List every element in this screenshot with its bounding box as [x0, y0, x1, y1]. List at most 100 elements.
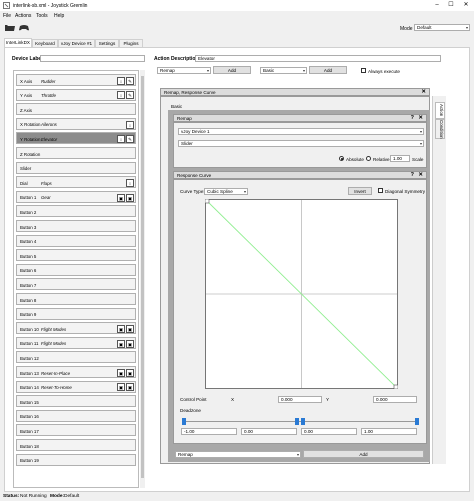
- button-icon[interactable]: ▣: [126, 324, 134, 333]
- axis-icon[interactable]: ↕: [126, 120, 134, 129]
- menu-help[interactable]: Help: [54, 13, 64, 19]
- control-point-y-input[interactable]: 0.000: [373, 396, 417, 403]
- device-input-item[interactable]: Slider: [16, 161, 136, 174]
- device-input-item[interactable]: Button 1 Gear ▣ ▣: [16, 190, 136, 203]
- device-input-item[interactable]: Button 3: [16, 220, 136, 232]
- button-icon[interactable]: ▣: [126, 368, 134, 377]
- tab-interlinkdx[interactable]: InterLinkDX: [4, 38, 32, 47]
- scrollbar-thumb[interactable]: [141, 76, 144, 478]
- axis-icon[interactable]: ↕: [117, 91, 125, 100]
- device-list-scrollbar[interactable]: [140, 70, 145, 488]
- device-input-item[interactable]: Button 14 Reset-To-Home ▣ ▣: [16, 380, 136, 393]
- device-input-item[interactable]: Button 5: [16, 249, 136, 262]
- close-icon[interactable]: ✕: [421, 89, 426, 96]
- device-label-input[interactable]: [40, 55, 145, 62]
- side-tab-action[interactable]: Action: [435, 102, 445, 119]
- help-icon[interactable]: ?: [411, 115, 414, 122]
- menu-file[interactable]: File: [3, 13, 11, 19]
- curve-control-point-start[interactable]: [205, 199, 210, 204]
- menu-tools[interactable]: Tools: [36, 13, 48, 19]
- edit-icon[interactable]: ✎: [126, 76, 134, 85]
- tab-keyboard[interactable]: Keyboard: [32, 39, 58, 47]
- action-type-select[interactable]: Remap ▾: [157, 67, 211, 74]
- device-input-item[interactable]: Button 11 Flight Modes ▣ ▣: [16, 336, 136, 349]
- deadzone-slider[interactable]: [181, 417, 421, 426]
- device-input-item[interactable]: Y Rotation Elevator ↕ ✎: [16, 132, 136, 145]
- axis-icon[interactable]: ↕: [117, 135, 125, 144]
- add-action-button[interactable]: Add: [213, 66, 251, 74]
- close-icon[interactable]: ✕: [418, 115, 423, 122]
- device-input-item[interactable]: Button 19: [16, 453, 136, 466]
- button-icon[interactable]: ▣: [126, 339, 134, 348]
- bottom-add-button[interactable]: Add: [303, 450, 424, 458]
- deadzone-handle-center-low[interactable]: [295, 418, 299, 425]
- maximize-button[interactable]: ☐: [446, 1, 456, 10]
- device-input-item[interactable]: Button 18: [16, 439, 136, 451]
- device-input-item[interactable]: Button 10 Flight Modes ▣ ▣: [16, 322, 136, 335]
- help-icon[interactable]: ?: [411, 172, 414, 179]
- menu-actions[interactable]: Actions: [15, 13, 31, 19]
- device-input-item[interactable]: Y Axis Throttle ↕ ✎: [16, 88, 136, 101]
- remap-axis-select[interactable]: Slider ▾: [178, 140, 424, 147]
- response-curve-plot[interactable]: [205, 199, 398, 389]
- absolute-radio[interactable]: [339, 156, 344, 161]
- edit-icon[interactable]: ✎: [126, 91, 134, 100]
- axis-icon[interactable]: ↕: [117, 76, 125, 85]
- control-point-x-input[interactable]: 0.000: [278, 396, 322, 403]
- device-input-item[interactable]: Button 16: [16, 409, 136, 422]
- axis-icon[interactable]: ↕: [126, 178, 134, 187]
- gamepad-icon[interactable]: [18, 22, 30, 33]
- device-input-item[interactable]: Z Rotation: [16, 147, 136, 159]
- device-input-item[interactable]: Button 17: [16, 424, 136, 437]
- diagonal-symmetry-checkbox[interactable]: [378, 188, 383, 193]
- device-input-item[interactable]: Button 12: [16, 351, 136, 364]
- deadzone-center-low-input[interactable]: 0.00: [241, 428, 297, 435]
- deadzone-handle-high[interactable]: [415, 418, 419, 425]
- device-input-item[interactable]: Button 2: [16, 205, 136, 218]
- tab-plugins[interactable]: Plugins: [119, 39, 143, 47]
- action-description-input[interactable]: Elevator: [195, 55, 441, 62]
- button-icon[interactable]: ▣: [117, 324, 125, 333]
- device-input-item[interactable]: Button 6: [16, 263, 136, 276]
- tab-basic[interactable]: Basic: [171, 104, 182, 109]
- edit-icon[interactable]: ✎: [126, 135, 134, 144]
- close-icon[interactable]: ✕: [418, 172, 423, 179]
- relative-scale-input[interactable]: 1.00: [390, 155, 410, 162]
- device-input-item[interactable]: X Rotation Ailerons ↕: [16, 117, 136, 130]
- remap-device-select[interactable]: vJoy Device 1 ▾: [178, 128, 424, 135]
- button-icon[interactable]: ▣: [117, 383, 125, 392]
- device-input-item[interactable]: Button 9: [16, 307, 136, 320]
- deadzone-high-input[interactable]: 1.00: [361, 428, 417, 435]
- bottom-action-select[interactable]: Remap ▾: [175, 451, 301, 458]
- button-icon[interactable]: ▣: [117, 368, 125, 377]
- device-input-item[interactable]: Dial Flaps ↕: [16, 176, 136, 189]
- relative-radio[interactable]: [366, 156, 371, 161]
- deadzone-handle-center-high[interactable]: [301, 418, 305, 425]
- minimize-button[interactable]: –: [432, 1, 442, 10]
- close-button[interactable]: ✕: [461, 1, 471, 10]
- deadzone-handle-low[interactable]: [182, 418, 186, 425]
- deadzone-center-high-input[interactable]: 0.00: [301, 428, 357, 435]
- container-type-select[interactable]: Basic ▾: [260, 67, 307, 74]
- deadzone-low-input[interactable]: -1.00: [181, 428, 237, 435]
- device-input-item[interactable]: Button 4: [16, 234, 136, 247]
- folder-open-icon[interactable]: [4, 22, 16, 33]
- side-tab-condition[interactable]: Condition: [435, 119, 445, 139]
- add-container-button[interactable]: Add: [309, 66, 347, 74]
- device-input-item[interactable]: Z Axis: [16, 103, 136, 116]
- button-icon[interactable]: ▣: [117, 339, 125, 348]
- curve-type-select[interactable]: Cubic Spline ▾: [204, 188, 248, 195]
- mode-select[interactable]: Default ▾: [414, 24, 470, 31]
- always-execute-checkbox[interactable]: [361, 68, 366, 73]
- button-icon[interactable]: ▣: [126, 383, 134, 392]
- tab-vjoy-device-1[interactable]: vJoy Device #1: [58, 39, 95, 47]
- invert-button[interactable]: Invert: [348, 187, 372, 195]
- device-input-item[interactable]: X Axis Rudder ↕ ✎: [16, 74, 136, 86]
- button-icon[interactable]: ▣: [126, 193, 134, 202]
- device-input-item[interactable]: Button 8: [16, 293, 136, 305]
- button-icon[interactable]: ▣: [117, 193, 125, 202]
- device-input-item[interactable]: Button 7: [16, 278, 136, 291]
- curve-control-point-end[interactable]: [393, 384, 398, 389]
- device-input-item[interactable]: Button 13 Reset-In-Place ▣ ▣: [16, 366, 136, 378]
- device-input-item[interactable]: Button 15: [16, 395, 136, 408]
